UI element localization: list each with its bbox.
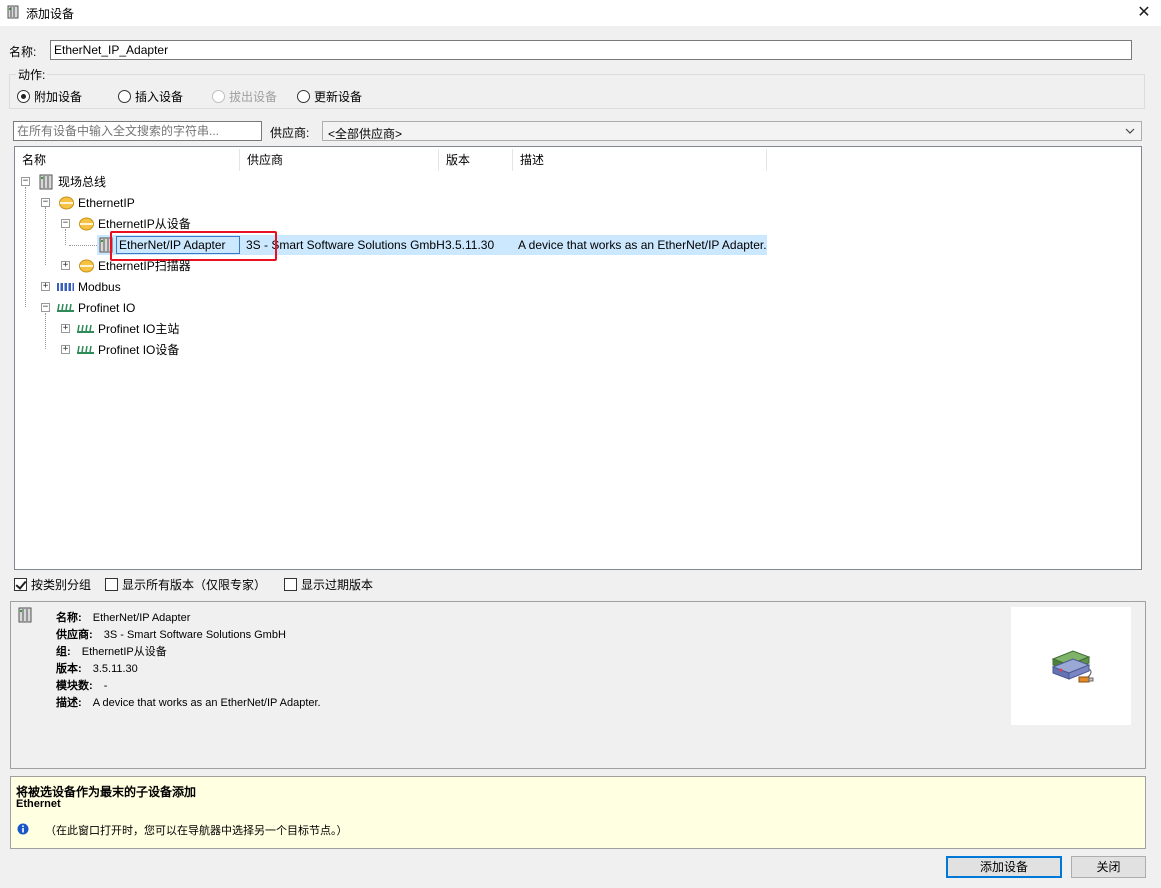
radio-label: 更新设备 <box>314 89 363 104</box>
info-key: 组: <box>56 646 71 658</box>
device-tree[interactable]: 名称 供应商 版本 描述 − 现场总线 − EthernetIP − Ether… <box>14 146 1142 570</box>
info-key: 供应商: <box>56 629 93 641</box>
description-cell: A device that works as an EtherNet/IP Ad… <box>518 238 767 252</box>
profinet-icon <box>77 324 94 333</box>
info-value: EthernetIP从设备 <box>81 646 167 658</box>
tree-node-label: Modbus <box>78 280 121 294</box>
tree-node-label: Profinet IO设备 <box>98 343 180 357</box>
vendor-selected-value: <全部供应商> <box>328 127 403 141</box>
tree-guide-line <box>25 187 26 307</box>
radio-dot-icon <box>118 89 131 103</box>
info-row-name: 名称: EtherNet/IP Adapter <box>56 609 190 625</box>
info-row-module-count: 模块数: - <box>56 677 107 693</box>
checkbox-checked-icon <box>14 578 27 591</box>
ethernet-icon <box>79 217 94 231</box>
tree-guide-line <box>45 207 46 265</box>
hint-subtitle: Ethernet <box>16 798 61 810</box>
info-value: EtherNet/IP Adapter <box>92 612 191 624</box>
device-image-frame <box>1011 607 1131 725</box>
modbus-icon <box>57 283 74 291</box>
chevron-down-icon <box>1125 128 1135 134</box>
info-key: 版本: <box>56 663 82 675</box>
add-device-button[interactable]: 添加设备 <box>946 856 1062 878</box>
close-button[interactable]: 关闭 <box>1071 856 1146 878</box>
collapse-icon[interactable]: − <box>21 177 30 186</box>
window-title: 添加设备 <box>26 7 75 21</box>
name-field[interactable] <box>50 40 1132 60</box>
name-label: 名称: <box>9 45 37 59</box>
close-icon[interactable]: ✕ <box>1134 3 1154 23</box>
column-header-description[interactable]: 描述 <box>513 149 767 171</box>
column-header-name[interactable]: 名称 <box>15 149 240 171</box>
radio-append-device[interactable]: 附加设备 <box>17 88 82 104</box>
info-value: 3.5.11.30 <box>92 663 138 675</box>
radio-dot-icon <box>297 89 310 103</box>
title-bar <box>0 0 1161 26</box>
info-value: A device that works as an EtherNet/IP Ad… <box>92 697 321 709</box>
show-outdated-versions-checkbox[interactable]: 显示过期版本 <box>284 576 373 593</box>
tree-node-label: EthernetIP <box>78 196 135 210</box>
group-by-category-checkbox[interactable]: 按类别分组 <box>14 576 91 593</box>
fulltext-search-input[interactable] <box>13 121 262 141</box>
device-info-panel: 名称: EtherNet/IP Adapter 供应商: 3S - Smart … <box>10 601 1146 769</box>
device-module-icon <box>7 5 19 19</box>
info-row-group: 组: EthernetIP从设备 <box>56 643 167 659</box>
show-all-versions-checkbox[interactable]: 显示所有版本（仅限专家） <box>105 576 266 593</box>
info-row-version: 版本: 3.5.11.30 <box>56 660 138 676</box>
tree-guide-line <box>69 245 97 246</box>
device-module-icon <box>18 607 32 623</box>
expand-icon[interactable]: + <box>61 324 70 333</box>
collapse-icon[interactable]: − <box>41 198 50 207</box>
network-device-illustration-icon <box>1051 650 1094 683</box>
checkbox-label: 显示过期版本 <box>301 578 374 592</box>
info-value: - <box>103 680 108 692</box>
tree-node-label: 现场总线 <box>58 175 107 189</box>
collapse-icon[interactable]: − <box>61 219 70 228</box>
radio-update-device[interactable]: 更新设备 <box>297 88 362 104</box>
collapse-icon[interactable]: − <box>41 303 50 312</box>
radio-insert-device[interactable]: 插入设备 <box>118 88 183 104</box>
expand-icon[interactable]: + <box>41 282 50 291</box>
profinet-icon <box>57 303 74 312</box>
checkbox-empty-icon <box>105 578 118 591</box>
radio-dot-icon <box>212 89 225 103</box>
info-key: 名称: <box>56 612 82 624</box>
tree-guide-line <box>65 229 66 245</box>
info-row-description: 描述: A device that works as an EtherNet/I… <box>56 694 321 710</box>
info-key: 模块数: <box>56 680 93 692</box>
tree-guide-line <box>45 313 46 349</box>
actions-legend: 动作: <box>16 66 48 83</box>
radio-label: 拔出设备 <box>229 89 278 104</box>
profinet-icon <box>77 345 94 354</box>
info-icon <box>17 823 29 835</box>
radio-label: 附加设备 <box>34 89 83 104</box>
tree-node-label: Profinet IO主站 <box>98 322 180 336</box>
info-row-vendor: 供应商: 3S - Smart Software Solutions GmbH <box>56 626 286 642</box>
info-value: 3S - Smart Software Solutions GmbH <box>103 629 286 641</box>
column-header-vendor[interactable]: 供应商 <box>240 149 439 171</box>
vendor-label: 供应商: <box>270 126 310 140</box>
info-key: 描述: <box>56 697 82 709</box>
tree-node-label: Profinet IO <box>78 301 136 315</box>
ethernet-icon <box>79 259 94 273</box>
expand-icon[interactable]: + <box>61 261 70 270</box>
vendor-dropdown[interactable]: <全部供应商> <box>322 121 1142 141</box>
radio-plug-device: 拔出设备 <box>212 88 277 104</box>
expand-icon[interactable]: + <box>61 345 70 354</box>
ethernet-icon <box>59 196 74 210</box>
checkbox-label: 按类别分组 <box>31 578 92 592</box>
tree-node-label: EthernetIP扫描器 <box>98 259 191 273</box>
checkbox-label: 显示所有版本（仅限专家） <box>122 578 267 592</box>
fieldbus-icon <box>39 174 53 190</box>
radio-label: 插入设备 <box>135 89 184 104</box>
version-cell: 3.5.11.30 <box>445 238 495 252</box>
checkbox-empty-icon <box>284 578 297 591</box>
column-header-version[interactable]: 版本 <box>439 149 513 171</box>
hint-note: （在此窗口打开时，您可以在导航器中选择另一个目标节点。） <box>45 825 348 837</box>
radio-dot-icon <box>17 89 30 103</box>
hint-panel: 将被选设备作为最末的子设备添加 Ethernet （在此窗口打开时，您可以在导航… <box>10 776 1146 849</box>
